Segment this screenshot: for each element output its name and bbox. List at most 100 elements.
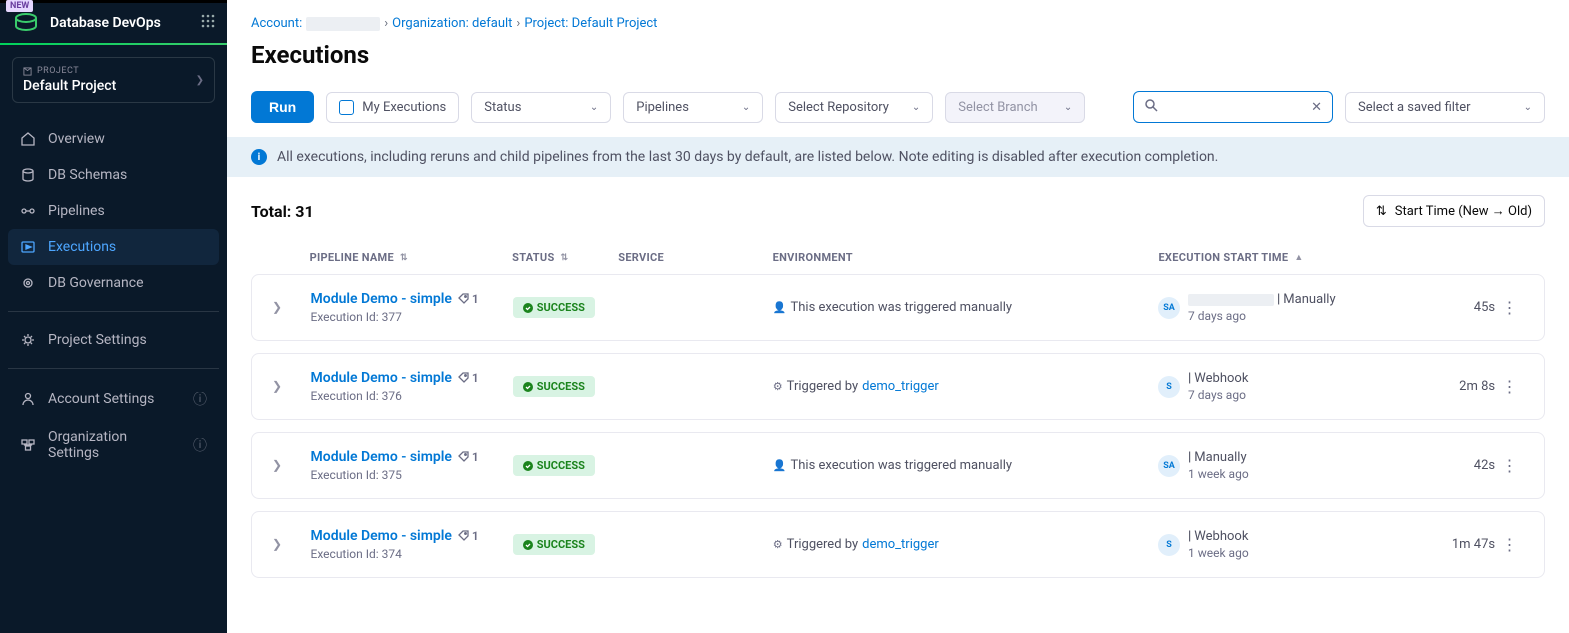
sidebar-item-executions[interactable]: Executions xyxy=(8,229,219,265)
org-icon xyxy=(20,437,36,453)
tag-count: 1 xyxy=(458,292,479,306)
pipeline-name-link[interactable]: Module Demo - simple 1 xyxy=(311,449,479,465)
play-rect-icon xyxy=(20,239,36,255)
table-header: PIPELINE NAME⇅ STATUS⇅ SERVICE ENVIRONME… xyxy=(251,237,1545,274)
breadcrumb: Account: › Organization: default › Proje… xyxy=(227,0,1569,37)
apps-grid-icon[interactable] xyxy=(201,14,215,32)
avatar: S xyxy=(1158,376,1180,398)
sort-selector[interactable]: ⇅ Start Time (New → Old) xyxy=(1363,195,1545,227)
main-content: Account: › Organization: default › Proje… xyxy=(227,0,1569,633)
sidebar: NEW Database DevOps PROJECT Default Proj… xyxy=(0,0,227,633)
duration: 2m 8s xyxy=(1428,379,1495,394)
col-pipeline-name[interactable]: PIPELINE NAME⇅ xyxy=(310,251,513,264)
gear-icon xyxy=(20,332,36,348)
sidebar-item-project-settings[interactable]: Project Settings xyxy=(8,322,219,358)
exec-time: 1 week ago xyxy=(1188,467,1249,481)
chevron-down-icon: ⌄ xyxy=(590,102,598,113)
sidebar-item-db-schemas[interactable]: DB Schemas xyxy=(8,157,219,193)
col-status[interactable]: STATUS⇅ xyxy=(512,251,618,264)
exec-method: | Webhook xyxy=(1188,371,1248,386)
my-executions-toggle[interactable]: My Executions xyxy=(326,92,459,123)
breadcrumb-org[interactable]: Organization: default xyxy=(392,16,512,31)
brand-row: NEW Database DevOps xyxy=(0,3,227,43)
trigger-link[interactable]: demo_trigger xyxy=(862,379,939,394)
search-icon xyxy=(1144,98,1158,116)
pipeline-name-link[interactable]: Module Demo - simple 1 xyxy=(311,291,479,307)
trigger-link[interactable]: demo_trigger xyxy=(862,537,939,552)
saved-filter-select[interactable]: Select a saved filter⌄ xyxy=(1345,92,1545,123)
new-badge: NEW xyxy=(6,0,33,12)
expand-icon[interactable]: ❯ xyxy=(272,537,282,551)
home-icon xyxy=(20,131,36,147)
row-menu-button[interactable]: ⋮ xyxy=(1495,298,1524,317)
sidebar-item-db-governance[interactable]: DB Governance xyxy=(8,265,219,301)
exec-method: | Manually xyxy=(1188,450,1249,465)
status-badge: SUCCESS xyxy=(513,534,595,555)
exec-method: | Manually xyxy=(1188,292,1336,307)
row-menu-button[interactable]: ⋮ xyxy=(1495,377,1524,396)
tag-count: 1 xyxy=(458,450,479,464)
search-input-wrapper[interactable]: ✕ xyxy=(1133,91,1333,123)
col-service: SERVICE xyxy=(618,251,772,264)
info-banner: i All executions, including reruns and c… xyxy=(227,137,1569,177)
account-icon xyxy=(20,391,36,407)
table-row[interactable]: ❯ Module Demo - simple 1 Execution Id: 3… xyxy=(251,274,1545,341)
project-name: Default Project xyxy=(23,78,116,94)
redacted-account xyxy=(306,17,380,31)
col-exec-start[interactable]: EXECUTION START TIME▲ xyxy=(1158,251,1428,264)
trigger-info: ⚙Triggered by demo_trigger xyxy=(773,537,1158,552)
clear-search-icon[interactable]: ✕ xyxy=(1311,100,1322,115)
avatar: SA xyxy=(1158,455,1180,477)
breadcrumb-account[interactable]: Account: xyxy=(251,16,302,31)
executions-table: PIPELINE NAME⇅ STATUS⇅ SERVICE ENVIRONME… xyxy=(227,237,1569,578)
webhook-icon: ⚙ xyxy=(773,538,783,551)
execution-id: Execution Id: 374 xyxy=(311,547,479,561)
shield-gear-icon xyxy=(20,275,36,291)
tag-count: 1 xyxy=(458,371,479,385)
execution-id: Execution Id: 377 xyxy=(311,310,479,324)
status-badge: SUCCESS xyxy=(513,455,595,476)
table-row[interactable]: ❯ Module Demo - simple 1 Execution Id: 3… xyxy=(251,432,1545,499)
database-icon xyxy=(20,167,36,183)
status-badge: SUCCESS xyxy=(513,297,595,318)
status-filter[interactable]: Status⌄ xyxy=(471,92,611,123)
sidebar-item-pipelines[interactable]: Pipelines xyxy=(8,193,219,229)
toolbar: Run My Executions Status⌄ Pipelines⌄ Sel… xyxy=(227,83,1569,137)
duration: 42s xyxy=(1428,458,1495,473)
breadcrumb-project[interactable]: Project: Default Project xyxy=(524,16,657,31)
search-input[interactable] xyxy=(1166,100,1303,115)
pipeline-icon xyxy=(20,203,36,219)
table-row[interactable]: ❯ Module Demo - simple 1 Execution Id: 3… xyxy=(251,511,1545,578)
project-selector[interactable]: PROJECT Default Project ❯ xyxy=(12,57,215,103)
avatar: S xyxy=(1158,534,1180,556)
exec-time: 7 days ago xyxy=(1188,388,1248,402)
avatar: SA xyxy=(1158,297,1180,319)
chevron-down-icon: ⌄ xyxy=(1524,102,1532,113)
exec-time: 1 week ago xyxy=(1188,546,1249,560)
sidebar-item-overview[interactable]: Overview xyxy=(8,121,219,157)
run-button[interactable]: Run xyxy=(251,91,314,123)
page-title: Executions xyxy=(227,37,1569,83)
row-menu-button[interactable]: ⋮ xyxy=(1495,456,1524,475)
execution-id: Execution Id: 376 xyxy=(311,389,479,403)
sidebar-item-org-settings[interactable]: Organization Settings ⓘ xyxy=(8,419,219,471)
person-icon: 👤 xyxy=(773,301,787,314)
expand-icon[interactable]: ❯ xyxy=(272,379,282,393)
info-icon: i xyxy=(251,149,267,165)
pipeline-name-link[interactable]: Module Demo - simple 1 xyxy=(311,370,479,386)
webhook-icon: ⚙ xyxy=(773,380,783,393)
table-row[interactable]: ❯ Module Demo - simple 1 Execution Id: 3… xyxy=(251,353,1545,420)
sidebar-item-account-settings[interactable]: Account Settings ⓘ xyxy=(8,379,219,419)
brand-icon xyxy=(12,11,40,35)
branch-filter[interactable]: Select Branch⌄ xyxy=(945,92,1085,123)
chevron-down-icon: ⌄ xyxy=(742,102,750,113)
row-menu-button[interactable]: ⋮ xyxy=(1495,535,1524,554)
pipelines-filter[interactable]: Pipelines⌄ xyxy=(623,92,763,123)
expand-icon[interactable]: ❯ xyxy=(272,300,282,314)
expand-icon[interactable]: ❯ xyxy=(272,458,282,472)
pipeline-name-link[interactable]: Module Demo - simple 1 xyxy=(311,528,479,544)
repository-filter[interactable]: Select Repository⌄ xyxy=(775,92,933,123)
info-icon: ⓘ xyxy=(193,435,207,455)
chevron-down-icon: ⌄ xyxy=(1064,102,1072,113)
checkbox-icon[interactable] xyxy=(339,100,354,115)
